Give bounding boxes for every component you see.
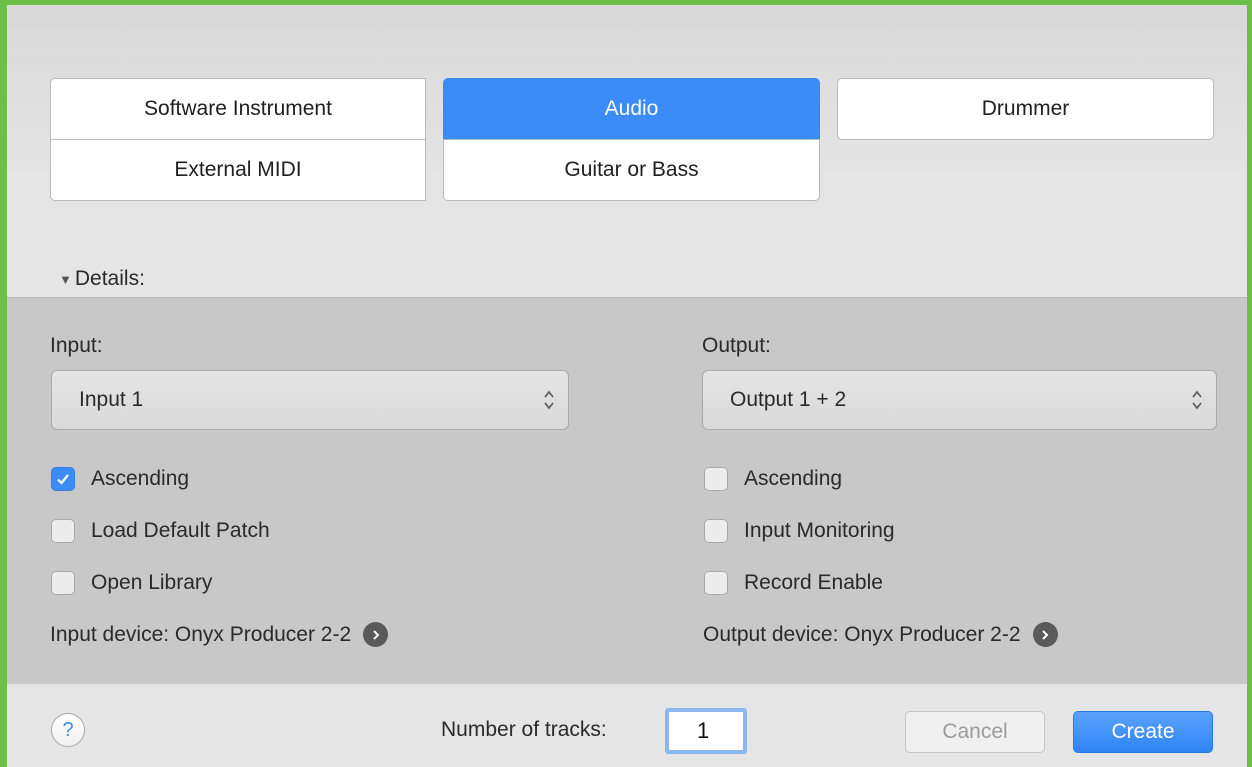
track-type-audio[interactable]: Audio — [443, 78, 820, 140]
load-default-patch-checkbox[interactable] — [51, 519, 75, 543]
disclosure-triangle-icon: ▼ — [59, 271, 72, 287]
number-of-tracks-input[interactable] — [665, 708, 747, 754]
dialog-footer — [7, 684, 1247, 767]
track-type-area: Software Instrument External MIDI Audio … — [7, 5, 1247, 297]
track-type-label: Software Instrument — [144, 97, 332, 120]
output-device-label: Output device: Onyx Producer 2-2 — [703, 622, 1021, 646]
number-of-tracks-label: Number of tracks: — [441, 718, 607, 741]
updown-chevron-icon — [1192, 390, 1202, 410]
output-popup[interactable]: Output 1 + 2 — [702, 370, 1217, 430]
input-monitoring-option[interactable]: Input Monitoring — [704, 519, 895, 543]
input-label: Input: — [50, 334, 103, 357]
checkbox-label: Input Monitoring — [744, 519, 895, 542]
track-type-software-instrument[interactable]: Software Instrument — [50, 78, 426, 140]
open-library-option[interactable]: Open Library — [51, 571, 212, 595]
details-label: Details: — [74, 267, 145, 290]
cancel-button[interactable]: Cancel — [905, 711, 1045, 753]
checkbox-label: Ascending — [91, 467, 190, 490]
ascending-checkbox[interactable] — [704, 467, 728, 491]
create-label: Create — [1111, 720, 1175, 743]
track-type-label: Drummer — [981, 97, 1070, 120]
arrow-right-circle-icon[interactable] — [363, 622, 389, 647]
checkbox-label: Load Default Patch — [91, 519, 270, 542]
help-icon: ? — [62, 718, 74, 741]
output-label: Output: — [702, 334, 771, 357]
create-button[interactable]: Create — [1073, 711, 1213, 753]
input-device-label: Input device: Onyx Producer 2-2 — [50, 622, 352, 646]
input-popup[interactable]: Input 1 — [51, 370, 569, 430]
checkbox-label: Ascending — [744, 467, 843, 490]
input-popup-value: Input 1 — [79, 388, 144, 411]
load-default-patch-option[interactable]: Load Default Patch — [51, 519, 270, 543]
cancel-label: Cancel — [942, 720, 1008, 743]
output-popup-value: Output 1 + 2 — [730, 388, 847, 411]
details-panel: Input: Input 1 Ascending Load Default Pa… — [7, 297, 1247, 685]
details-disclosure[interactable]: ▼ Details: — [59, 267, 145, 291]
output-device-row: Output device: Onyx Producer 2-2 — [703, 622, 1058, 647]
open-library-checkbox[interactable] — [51, 571, 75, 595]
output-ascending-option[interactable]: Ascending — [704, 467, 842, 491]
ascending-checkbox[interactable] — [51, 467, 75, 491]
record-enable-checkbox[interactable] — [704, 571, 728, 595]
input-ascending-option[interactable]: Ascending — [51, 467, 189, 491]
input-monitoring-checkbox[interactable] — [704, 519, 728, 543]
track-type-drummer[interactable]: Drummer — [837, 78, 1214, 140]
track-type-external-midi[interactable]: External MIDI — [50, 139, 426, 201]
track-type-label: Audio — [604, 97, 659, 120]
track-type-label: Guitar or Bass — [564, 158, 699, 181]
track-type-label: External MIDI — [174, 158, 302, 181]
new-tracks-dialog: Software Instrument External MIDI Audio … — [0, 0, 1252, 767]
checkbox-label: Record Enable — [744, 571, 883, 594]
checkbox-label: Open Library — [91, 571, 213, 594]
checkmark-icon — [57, 474, 69, 485]
updown-chevron-icon — [544, 390, 554, 410]
record-enable-option[interactable]: Record Enable — [704, 571, 883, 595]
track-type-guitar-or-bass[interactable]: Guitar or Bass — [443, 139, 820, 201]
arrow-right-circle-icon[interactable] — [1032, 622, 1058, 647]
input-device-row: Input device: Onyx Producer 2-2 — [50, 622, 389, 647]
help-button[interactable]: ? — [51, 713, 85, 747]
